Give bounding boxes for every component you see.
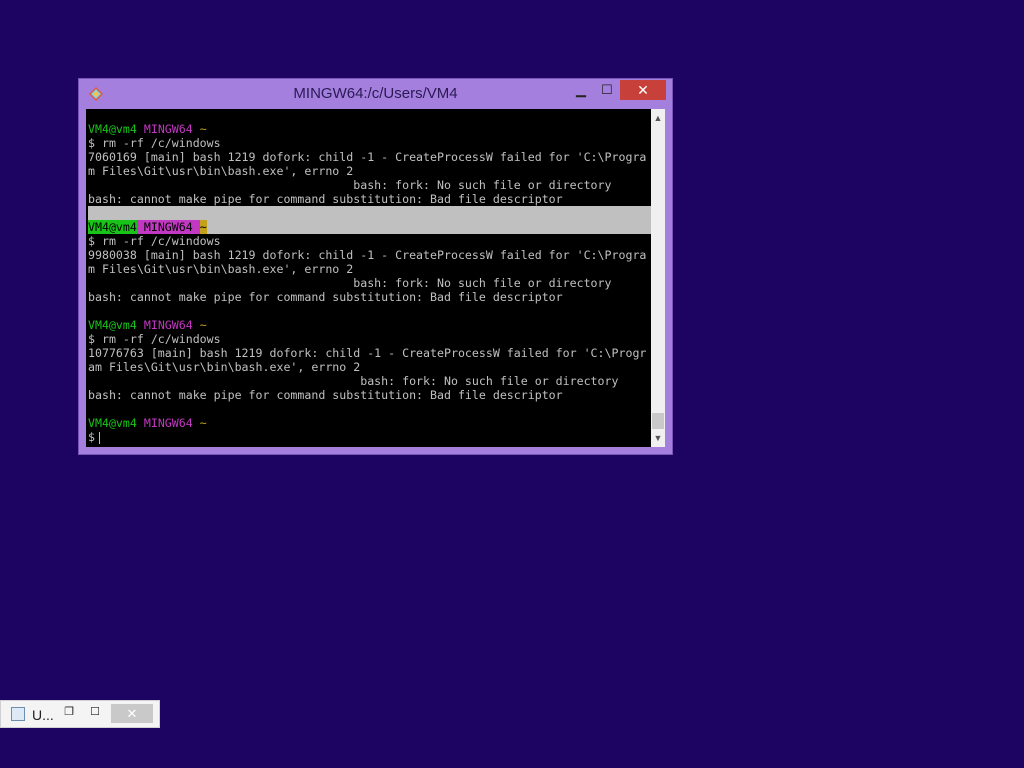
prompt-line: VM4@vm4 MINGW64 ~ — [88, 318, 651, 332]
prompt-line: VM4@vm4 MINGW64 ~ — [88, 220, 651, 234]
output-line: bash: cannot make pipe for command subst… — [88, 290, 563, 304]
title-bar[interactable]: MINGW64:/c/Users/VM4 ▁ ☐ ✕ — [79, 79, 672, 109]
output-line: bash: fork: No such file or directory — [88, 178, 612, 192]
output-line: 7060169 [main] bash 1219 dofork: child -… — [88, 150, 647, 164]
output-line: bash: cannot make pipe for command subst… — [88, 388, 563, 402]
text-cursor — [98, 431, 100, 444]
prompt-user: VM4@vm4 — [88, 220, 137, 234]
restore-button[interactable]: ❐ — [61, 705, 77, 721]
output-line: bash: fork: No such file or directory — [88, 374, 619, 388]
close-button[interactable]: ✕ — [620, 80, 666, 100]
output-line: m Files\Git\usr\bin\bash.exe', errno 2 — [88, 262, 354, 276]
output-line: $ rm -rf /c/windows — [88, 332, 221, 346]
output-line: $ rm -rf /c/windows — [88, 136, 221, 150]
prompt-system: MINGW64 — [136, 220, 200, 234]
prompt-line: VM4@vm4 MINGW64 ~ — [88, 122, 651, 136]
prompt-system: MINGW64 — [143, 318, 193, 332]
output-line: m Files\Git\usr\bin\bash.exe', errno 2 — [88, 164, 354, 178]
prompt-user: VM4@vm4 — [88, 416, 137, 430]
terminal-output[interactable]: VM4@vm4 MINGW64 ~ $ rm -rf /c/windows 7060… — [86, 109, 651, 447]
blank-line — [88, 206, 651, 220]
prompt-user: VM4@vm4 — [88, 122, 137, 136]
output-line: $ rm -rf /c/windows — [88, 234, 221, 248]
prompt-directory: ~ — [199, 122, 207, 136]
scroll-thumb[interactable] — [652, 413, 664, 429]
prompt-directory: ~ — [199, 318, 207, 332]
prompt-user: VM4@vm4 — [88, 318, 137, 332]
output-line: 10776763 [main] bash 1219 dofork: child … — [88, 346, 647, 360]
minimized-window[interactable]: U... ❐ ☐ ✕ — [0, 700, 160, 728]
scroll-up-arrow[interactable]: ▲ — [651, 111, 665, 125]
vertical-scrollbar[interactable]: ▲ ▼ — [651, 109, 665, 447]
prompt-line: VM4@vm4 MINGW64 ~ — [88, 416, 651, 430]
maximize-button[interactable]: ☐ — [592, 80, 622, 100]
output-line: bash: fork: No such file or directory — [88, 276, 612, 290]
output-line: bash: cannot make pipe for command subst… — [88, 192, 563, 206]
terminal-lines: VM4@vm4 MINGW64 ~ $ rm -rf /c/windows 7060… — [88, 122, 651, 444]
output-line: 9980038 [main] bash 1219 dofork: child -… — [88, 248, 647, 262]
output-line: am Files\Git\usr\bin\bash.exe', errno 2 — [88, 360, 361, 374]
prompt-system: MINGW64 — [143, 416, 193, 430]
maximize-button-mini[interactable]: ☐ — [87, 705, 103, 721]
input-prompt: $ — [88, 430, 95, 444]
prompt-system: MINGW64 — [143, 122, 193, 136]
command-input-line[interactable]: $ — [88, 430, 651, 444]
close-button-mini[interactable]: ✕ — [111, 704, 153, 723]
terminal-window: MINGW64:/c/Users/VM4 ▁ ☐ ✕ VM4@vm4 MINGW… — [78, 78, 673, 455]
scroll-down-arrow[interactable]: ▼ — [651, 431, 665, 445]
prompt-directory: ~ — [199, 416, 207, 430]
notepad-icon — [11, 707, 25, 721]
minimized-window-label: U... — [32, 707, 54, 723]
prompt-directory: ~ — [199, 220, 207, 234]
